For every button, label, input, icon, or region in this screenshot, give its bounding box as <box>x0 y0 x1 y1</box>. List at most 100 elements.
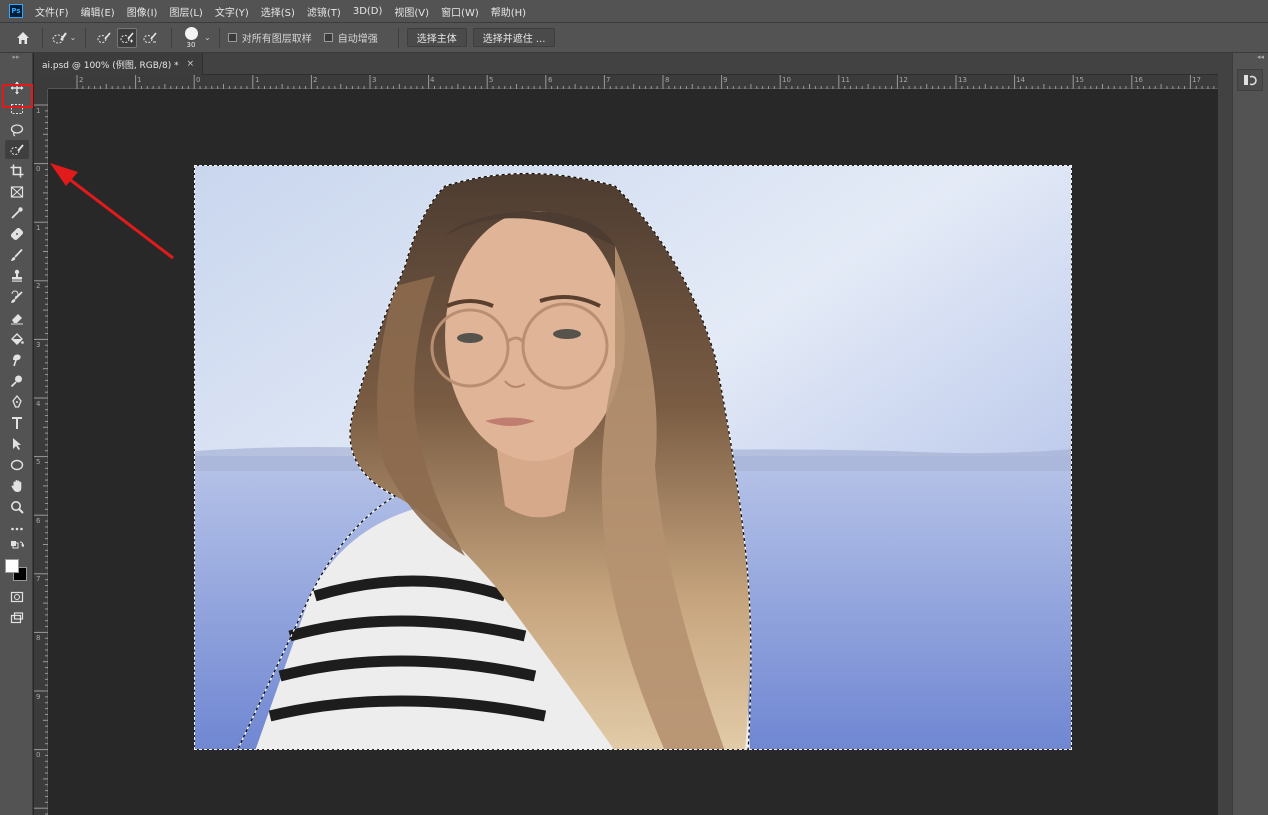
brush-tool-icon[interactable] <box>5 245 29 264</box>
ruler-label: 10 <box>782 76 791 84</box>
new-selection-mode-button[interactable] <box>94 28 114 48</box>
ruler-label: 16 <box>1134 76 1143 84</box>
options-separator <box>171 27 172 48</box>
auto-enhance-label: 自动增强 <box>337 34 378 45</box>
ellipse-tool-icon[interactable] <box>5 455 29 474</box>
frame-tool-icon[interactable] <box>5 182 29 201</box>
panel-grip-icon[interactable]: ▸▸ <box>0 53 32 61</box>
menu-window[interactable]: 窗口(W) <box>441 4 479 19</box>
menu-select[interactable]: 选择(S) <box>261 4 295 19</box>
ruler-label: 1 <box>36 224 41 232</box>
vertical-scrollbar[interactable] <box>1218 53 1232 815</box>
smudge-tool-icon[interactable] <box>5 350 29 369</box>
ruler-label: 5 <box>36 458 41 466</box>
ruler-label: 2 <box>79 76 84 84</box>
select-and-mask-button[interactable]: 选择并遮住 ... <box>472 28 556 47</box>
select-subject-button[interactable]: 选择主体 <box>406 28 467 47</box>
brush-size-picker[interactable]: 30 <box>180 25 202 51</box>
menu-edit[interactable]: 编辑(E) <box>81 4 115 19</box>
ruler-corner[interactable] <box>34 75 48 89</box>
menu-file[interactable]: 文件(F) <box>35 4 69 19</box>
photo-image[interactable] <box>194 165 1072 750</box>
menu-3d[interactable]: 3D(D) <box>353 6 383 17</box>
auto-enhance-option[interactable]: 自动增强 <box>323 30 378 45</box>
ruler-label: 0 <box>36 751 41 759</box>
path-selection-tool-icon[interactable] <box>5 434 29 453</box>
menu-filter[interactable]: 滤镜(T) <box>307 4 341 19</box>
menu-type[interactable]: 文字(Y) <box>215 4 249 19</box>
quick-selection-tool-icon[interactable] <box>5 140 29 159</box>
ruler-label: 6 <box>36 517 41 525</box>
eyedropper-tool-icon[interactable] <box>5 203 29 222</box>
ruler-label: 1 <box>255 76 260 84</box>
screen-mode-icon[interactable] <box>5 608 29 627</box>
ruler-label: 7 <box>36 575 41 583</box>
tool-preset-picker[interactable]: ⌄ <box>51 27 77 49</box>
eraser-tool-icon[interactable] <box>5 308 29 327</box>
ruler-label: 4 <box>36 400 41 408</box>
ruler-label: 6 <box>548 76 553 84</box>
history-panel-icon[interactable] <box>1237 69 1263 91</box>
options-separator <box>42 27 43 48</box>
panel-grip-icon[interactable]: ◂◂ <box>1233 53 1268 63</box>
foreground-color-swatch[interactable] <box>5 559 19 573</box>
brush-size-value: 30 <box>186 40 196 49</box>
horizontal-ruler[interactable]: 2 1 0 1 2 3 4 5 6 7 8 9 10 11 12 13 14 1… <box>48 75 1218 89</box>
menu-layer[interactable]: 图层(L) <box>169 4 202 19</box>
chevron-down-icon: ⌄ <box>69 33 77 42</box>
right-eye <box>553 329 581 339</box>
swap-colors-icon[interactable] <box>5 539 29 553</box>
ruler-label: 1 <box>137 76 142 84</box>
dodge-tool-icon[interactable] <box>5 371 29 390</box>
clone-stamp-tool-icon[interactable] <box>5 266 29 285</box>
left-eye <box>457 333 483 343</box>
ruler-label: 17 <box>1192 76 1201 84</box>
tools-panel: ▸▸ <box>0 53 33 815</box>
ruler-label: 11 <box>841 76 850 84</box>
edit-toolbar-icon[interactable] <box>5 519 29 538</box>
ruler-label: 0 <box>36 165 41 173</box>
chevron-down-icon[interactable]: ⌄ <box>204 33 211 42</box>
paint-bucket-tool-icon[interactable] <box>5 329 29 348</box>
annotation-highlight-box <box>2 84 33 108</box>
ruler-label: 2 <box>36 282 41 290</box>
menu-bar: Ps 文件(F) 编辑(E) 图像(I) 图层(L) 文字(Y) 选择(S) 滤… <box>0 0 1268 22</box>
options-separator <box>85 27 86 48</box>
history-brush-tool-icon[interactable] <box>5 287 29 306</box>
quick-mask-icon[interactable] <box>5 587 29 606</box>
sample-all-layers-checkbox[interactable] <box>227 33 237 42</box>
document-tab[interactable]: ai.psd @ 100% (例图, RGB/8) * × <box>34 53 204 75</box>
menu-help[interactable]: 帮助(H) <box>491 4 526 19</box>
ruler-label: 3 <box>372 76 377 84</box>
photoshop-logo-icon: Ps <box>9 4 23 18</box>
close-icon[interactable]: × <box>187 59 195 69</box>
ruler-label: 5 <box>489 76 494 84</box>
hand-tool-icon[interactable] <box>5 476 29 495</box>
add-to-selection-mode-button[interactable] <box>117 27 137 48</box>
healing-brush-tool-icon[interactable] <box>5 224 29 243</box>
ruler-label: 12 <box>899 76 908 84</box>
document-canvas[interactable] <box>48 90 1218 815</box>
menu-view[interactable]: 视图(V) <box>394 4 429 19</box>
document-tab-title: ai.psd @ 100% (例图, RGB/8) * <box>42 60 179 71</box>
zoom-tool-icon[interactable] <box>5 497 29 516</box>
ruler-label: 3 <box>36 341 41 349</box>
options-separator <box>218 27 220 48</box>
photoshop-window: Ps 文件(F) 编辑(E) 图像(I) 图层(L) 文字(Y) 选择(S) 滤… <box>0 0 1268 815</box>
ruler-label: 9 <box>36 693 41 701</box>
ruler-label: 7 <box>606 76 611 84</box>
menu-image[interactable]: 图像(I) <box>127 4 158 19</box>
document-tab-bar: ai.psd @ 100% (例图, RGB/8) * × <box>34 53 1232 75</box>
lasso-tool-icon[interactable] <box>5 120 29 139</box>
subtract-from-selection-mode-button[interactable] <box>140 28 160 48</box>
home-icon[interactable] <box>12 27 34 49</box>
crop-tool-icon[interactable] <box>5 161 29 180</box>
ruler-label: 9 <box>723 76 728 84</box>
ruler-label: 2 <box>313 76 318 84</box>
pen-tool-icon[interactable] <box>5 392 29 411</box>
type-tool-icon[interactable] <box>5 413 29 432</box>
auto-enhance-checkbox[interactable] <box>323 33 333 42</box>
sample-all-layers-option[interactable]: 对所有图层取样 <box>227 30 312 45</box>
vertical-ruler[interactable]: 1 0 1 2 3 4 5 6 7 8 9 0 <box>34 89 48 815</box>
ruler-label: 13 <box>958 76 967 84</box>
